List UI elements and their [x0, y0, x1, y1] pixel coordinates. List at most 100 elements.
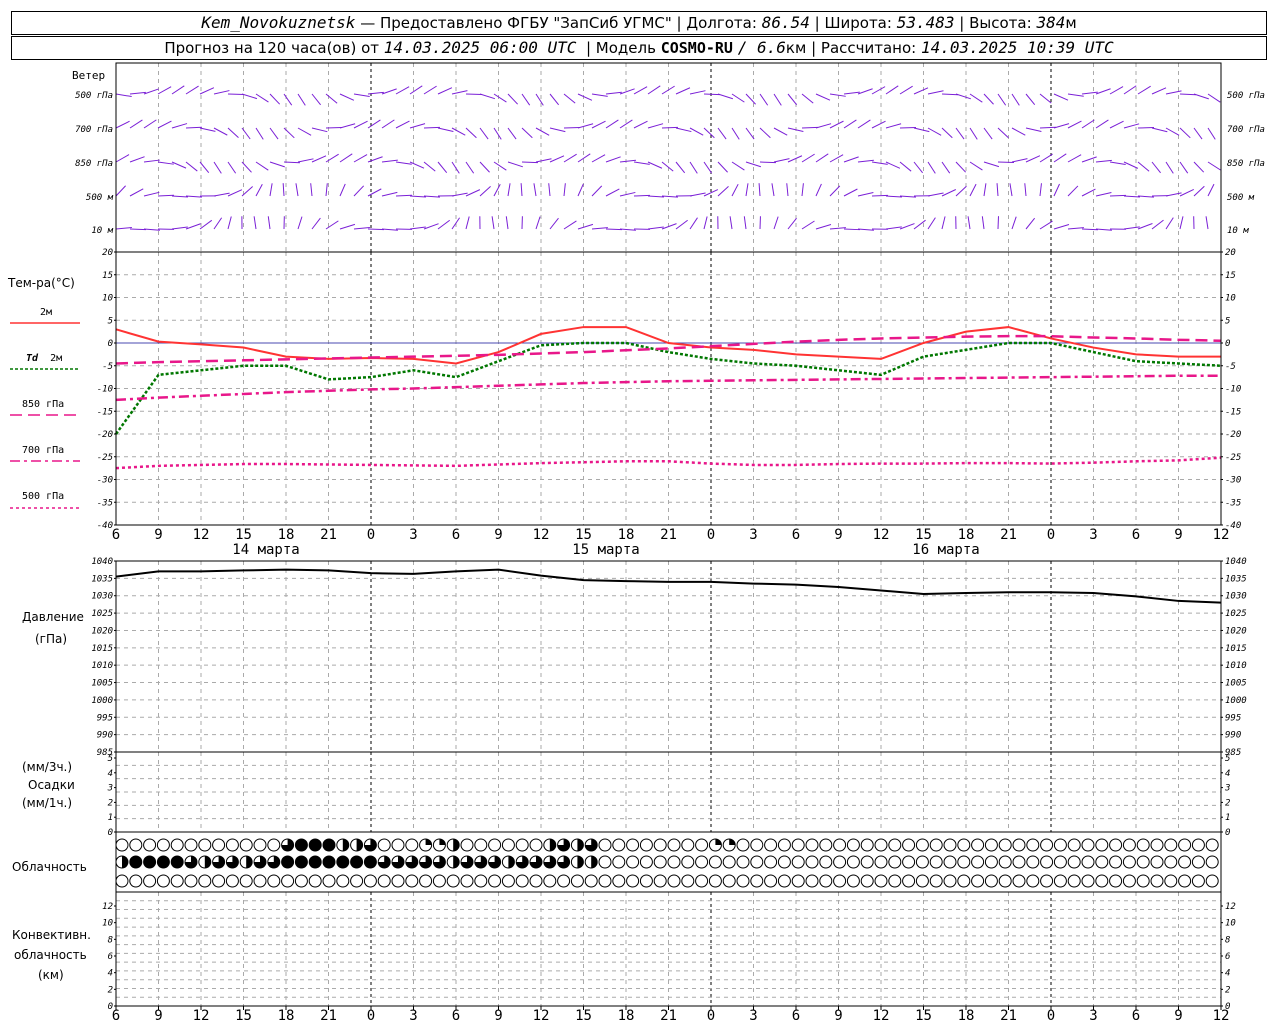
wind-barb [1123, 123, 1140, 129]
cloud-circle [1205, 855, 1219, 869]
wind-barb [577, 153, 591, 163]
temp-ytick-left: -40 [97, 521, 113, 531]
cloud-circle [253, 874, 267, 888]
wind-barb [731, 127, 740, 140]
cloud-circle [1178, 874, 1192, 888]
cloud-circle [791, 838, 805, 852]
temp-ytick-left: 20 [102, 248, 113, 258]
wind-barb [423, 195, 440, 198]
cloud-circle [184, 838, 198, 852]
wind-barb [969, 183, 977, 197]
wind-barb [409, 195, 426, 198]
wind-barb [213, 161, 222, 174]
wind-barb [1137, 223, 1153, 230]
pressure-ytick-left: 1040 [91, 557, 113, 567]
wind-barb [689, 127, 704, 136]
x-tick-label: 3 [749, 527, 757, 543]
cloud-circle [1164, 838, 1178, 852]
cloud-circle [515, 874, 529, 888]
cloud-circle [957, 855, 971, 869]
wind-barb [255, 184, 263, 197]
cloud-circle-fill [591, 856, 598, 868]
cloud-circle [432, 874, 446, 888]
cloud-circle [529, 838, 543, 852]
x-tick-label: 9 [494, 527, 502, 543]
x-tick-label-bottom: 12 [533, 1008, 550, 1024]
cloud-circle [1067, 855, 1081, 869]
cloud-circle [1095, 838, 1109, 852]
wind-barb [1025, 217, 1036, 230]
wind-barb [129, 188, 144, 197]
wind-barb [353, 227, 370, 230]
pressure-ytick-right: 1005 [1225, 679, 1247, 689]
wind-barb [1137, 85, 1151, 95]
wind-barb [633, 120, 648, 129]
cloud-circle [902, 874, 916, 888]
x-tick-label: 0 [1047, 527, 1055, 543]
pressure-ytick-left: 1030 [91, 592, 113, 602]
temp-ytick-right: 20 [1225, 248, 1236, 258]
wind-barb [409, 85, 423, 95]
wind-barb [1081, 91, 1098, 95]
wind-barb [927, 161, 936, 174]
cloud-circle [929, 855, 943, 869]
wind-barb [465, 189, 481, 197]
wind-barb [1039, 126, 1056, 129]
cloud-circle [488, 838, 502, 852]
wind-barb [535, 127, 550, 136]
x-tick-label-bottom: 6 [792, 1008, 800, 1024]
wind-barb [829, 93, 846, 97]
wind-barb [717, 93, 734, 100]
conv-ytick-right: 8 [1225, 935, 1230, 945]
wind-barb [787, 93, 798, 106]
wind-barb [493, 183, 501, 197]
wind-barb [771, 183, 775, 197]
cloud-circle-fill [577, 839, 584, 851]
wind-barb [1193, 93, 1209, 100]
temp-ytick-right: -30 [1225, 476, 1241, 486]
cloud-circle [225, 838, 239, 852]
wind-barb [633, 86, 648, 95]
wind-barb [563, 220, 577, 230]
temp-ytick-right: 5 [1225, 316, 1230, 326]
precip-ytick-left: 0 [108, 828, 113, 838]
wind-barb [758, 183, 761, 197]
wind-barb [773, 127, 788, 136]
x-tick-label: 6 [792, 527, 800, 543]
wind-barb [1095, 119, 1109, 129]
x-tick-label: 18 [278, 527, 295, 543]
wind-barb [381, 159, 398, 163]
wind-barb [927, 127, 942, 136]
wind-barb [465, 127, 477, 139]
wind-barb [577, 223, 594, 230]
wind-barb [1123, 226, 1140, 230]
wind-barb [549, 93, 560, 106]
wind-barb [773, 158, 790, 163]
wind-barb [171, 161, 187, 169]
cloud-circle [129, 855, 143, 869]
cloud-circle [308, 838, 322, 852]
cloud-circle [874, 874, 888, 888]
cloud-circle [777, 855, 791, 869]
cloud-circle [294, 874, 308, 888]
cloud-circle [681, 874, 695, 888]
cloud-circle [1178, 838, 1192, 852]
cloud-circle [708, 855, 722, 869]
wind-barb [619, 191, 636, 197]
wind-barb [269, 127, 279, 140]
wind-level-label-right: 500 м [1227, 193, 1255, 203]
wind-barb [885, 226, 902, 230]
wind-barb [591, 227, 608, 230]
wind-barb [297, 216, 303, 230]
x-tick-label: 6 [1132, 527, 1140, 543]
x-tick-label-bottom: 0 [367, 1008, 375, 1024]
wind-barb [311, 217, 321, 230]
wind-barb [717, 127, 727, 140]
wind-barb [661, 223, 677, 230]
cloud-circle [888, 838, 902, 852]
wind-level-label-left: 500 гПа [75, 91, 113, 101]
cloud-circle [833, 874, 847, 888]
wind-barb [493, 93, 507, 103]
wind-barb [535, 158, 552, 163]
wind-barb [899, 223, 915, 230]
